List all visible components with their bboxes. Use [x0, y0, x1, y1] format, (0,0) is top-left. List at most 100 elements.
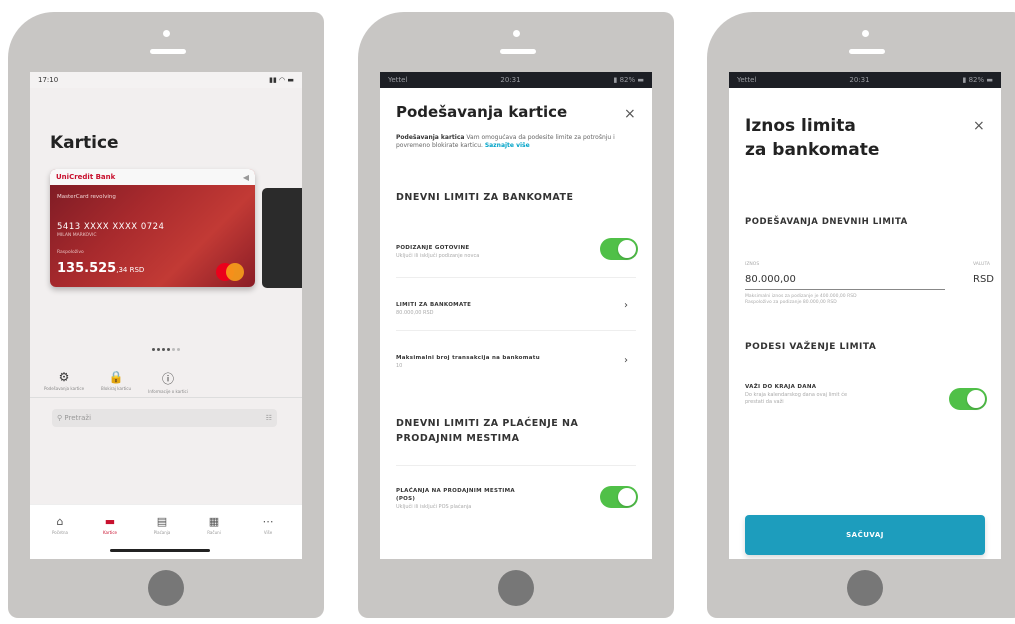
accounts-icon: ▦: [208, 515, 220, 528]
info-icon: ⓘ: [161, 372, 174, 386]
section-pos-line2: PRODAJNIM MESTIMA: [396, 433, 520, 444]
speaker-bar: [849, 49, 885, 54]
status-bar: Yettel 20:31 ▮ 82% ▬: [380, 72, 652, 88]
chevron-right-icon[interactable]: ›: [624, 355, 628, 366]
speaker-bar: [500, 49, 536, 54]
pos-title-line2: (POS): [396, 496, 416, 502]
speaker-bar: [150, 49, 186, 54]
home-button[interactable]: [498, 570, 534, 606]
status-battery: ▮ 82% ▬: [962, 76, 993, 84]
status-bar: 17:10 ▮▮ ◠ ▬: [30, 72, 302, 88]
learn-more-link[interactable]: Saznajte više: [485, 142, 530, 149]
quick-action-label: Informacije o kartici: [148, 389, 188, 394]
tab-cards[interactable]: ▬ Kartice: [90, 515, 130, 535]
cash-withdrawal-toggle[interactable]: [600, 238, 638, 260]
status-carrier: Yettel: [737, 76, 757, 84]
quick-action-label: Podešavanja kartice: [43, 386, 85, 391]
tab-more[interactable]: ⋯ Više: [248, 515, 288, 535]
section-atm-limits: DNEVNI LIMITI ZA BANKOMATE: [396, 192, 574, 203]
card-header: UniCredit Bank ◀: [50, 169, 255, 185]
max-transactions-value: 10: [396, 363, 403, 369]
phone-frame-2: Yettel 20:31 ▮ 82% ▬ Podešavanja kartice…: [358, 12, 674, 618]
card-icon: ▬: [104, 515, 116, 528]
note-line1: Maksimalni iznos za podizanje je 400.000…: [745, 294, 857, 299]
status-bar: Yettel 20:31 ▮ 82% ▬: [729, 72, 1001, 88]
gear-icon: ⚙: [58, 370, 70, 384]
status-time: 20:31: [500, 76, 521, 84]
card-settings-screen: Yettel 20:31 ▮ 82% ▬ Podešavanja kartice…: [380, 72, 652, 559]
camera-dot: [862, 30, 869, 37]
mastercard-logo-icon: [214, 263, 246, 281]
cash-withdrawal-title: PODIZANJE GOTOVINE: [396, 245, 470, 251]
save-button[interactable]: SAČUVAJ: [745, 515, 985, 555]
home-icon: ⌂: [56, 515, 64, 528]
note-line2: Raspoloživo za podizanje 80.000,00 RSD: [745, 300, 837, 305]
section-pos-limits: DNEVNI LIMITI ZA PLAĆENJE NA PRODAJNIM ME…: [396, 416, 578, 446]
card-info-action[interactable]: ⓘ Informacije o kartici: [140, 370, 196, 394]
tab-label: Plaćanja: [153, 530, 171, 535]
status-battery: ▮ 82% ▬: [613, 76, 644, 84]
section-pos-line1: DNEVNI LIMITI ZA PLAĆENJE NA: [396, 418, 579, 429]
tab-label: Računi: [207, 530, 221, 535]
status-carrier: Yettel: [388, 76, 408, 84]
sub-line1: Do kraja kalendarskog dana ovaj limit će: [745, 392, 848, 398]
amount-note: Maksimalni iznos za podizanje je 400.000…: [745, 294, 857, 306]
card-balance: 135.525,34 RSD: [57, 261, 144, 276]
divider: [396, 330, 636, 331]
pos-payments-toggle[interactable]: [600, 486, 638, 508]
home-button[interactable]: [148, 570, 184, 606]
card-number: 5413 XXXX XXXX 0724: [57, 222, 165, 232]
filter-icon[interactable]: ☷: [266, 414, 272, 422]
max-transactions-title[interactable]: Maksimalni broj transakcija na bankomatu: [396, 355, 540, 361]
payments-icon: ▤: [156, 515, 168, 528]
atm-limits-title[interactable]: LIMITI ZA BANKOMATE: [396, 302, 471, 308]
atm-limit-screen: Yettel 20:31 ▮ 82% ▬ Iznos limita za bank…: [729, 72, 1001, 559]
page-title: Iznos limita za bankomate: [745, 114, 879, 162]
section-daily-limits: PODEŠAVANJA DNEVNIH LIMITA: [745, 217, 908, 227]
pos-payments-title: PLAĆANJA NA PRODAJNIM MESTIMA (POS): [396, 487, 515, 503]
block-card-action[interactable]: 🔒 Blokiraj karticu: [88, 370, 144, 391]
camera-dot: [163, 30, 170, 37]
valid-until-end-toggle[interactable]: [949, 388, 987, 410]
status-time: 17:10: [38, 76, 59, 84]
carousel-dots: [152, 348, 180, 351]
available-label: Raspoloživo: [57, 250, 84, 255]
pos-payments-sub: Uključi ili isključi POS plaćanja: [396, 504, 472, 510]
close-icon[interactable]: ×: [624, 106, 636, 122]
close-icon[interactable]: ×: [973, 118, 985, 134]
amount-underline: [745, 289, 945, 290]
tab-label: Početna: [52, 530, 68, 535]
next-card-peek[interactable]: [262, 188, 302, 288]
section-limit-validity: PODESI VAŽENJE LIMITA: [745, 342, 877, 352]
search-icon: ⚲: [57, 414, 63, 422]
credit-card[interactable]: UniCredit Bank ◀ MasterCard revolving 54…: [50, 169, 255, 287]
valid-until-end-sub: Do kraja kalendarskog dana ovaj limit će…: [745, 392, 847, 406]
chevron-right-icon[interactable]: ›: [624, 300, 628, 311]
card-settings-action[interactable]: ⚙ Podešavanja kartice: [36, 370, 92, 391]
amount-label: IZNOS: [745, 262, 760, 267]
status-icons: ▮▮ ◠ ▬: [269, 76, 294, 84]
home-button[interactable]: [847, 570, 883, 606]
tab-accounts[interactable]: ▦ Računi: [194, 515, 234, 535]
title-line2: za bankomate: [745, 140, 880, 160]
currency-select[interactable]: RSD: [973, 274, 994, 285]
intro-bold: Podešavanja kartica: [396, 134, 465, 141]
search-input[interactable]: ⚲ Pretraži ☷: [52, 409, 277, 427]
camera-dot: [513, 30, 520, 37]
tab-home[interactable]: ⌂ Početna: [40, 515, 80, 535]
tab-label: Kartice: [103, 530, 117, 535]
intro-text: Podešavanja kartica Vam omogućava da pod…: [396, 134, 636, 150]
cards-screen: 17:10 ▮▮ ◠ ▬ Kartice UniCredit Bank ◀ Ma…: [30, 72, 302, 559]
divider: [396, 465, 636, 466]
phone-frame-1: 17:10 ▮▮ ◠ ▬ Kartice UniCredit Bank ◀ Ma…: [8, 12, 324, 618]
pos-title-line1: PLAĆANJA NA PRODAJNIM MESTIMA: [396, 488, 515, 494]
atm-limits-value: 80.000,00 RSD: [396, 310, 434, 316]
card-type: MasterCard revolving: [57, 194, 116, 200]
page-title: Kartice: [50, 133, 119, 153]
divider: [396, 277, 636, 278]
title-line1: Iznos limita: [745, 116, 856, 136]
tab-payments[interactable]: ▤ Plaćanja: [142, 515, 182, 535]
amount-field[interactable]: 80.000,00: [745, 274, 796, 285]
page-title: Podešavanja kartice: [396, 103, 568, 121]
tab-label: Više: [263, 530, 273, 535]
